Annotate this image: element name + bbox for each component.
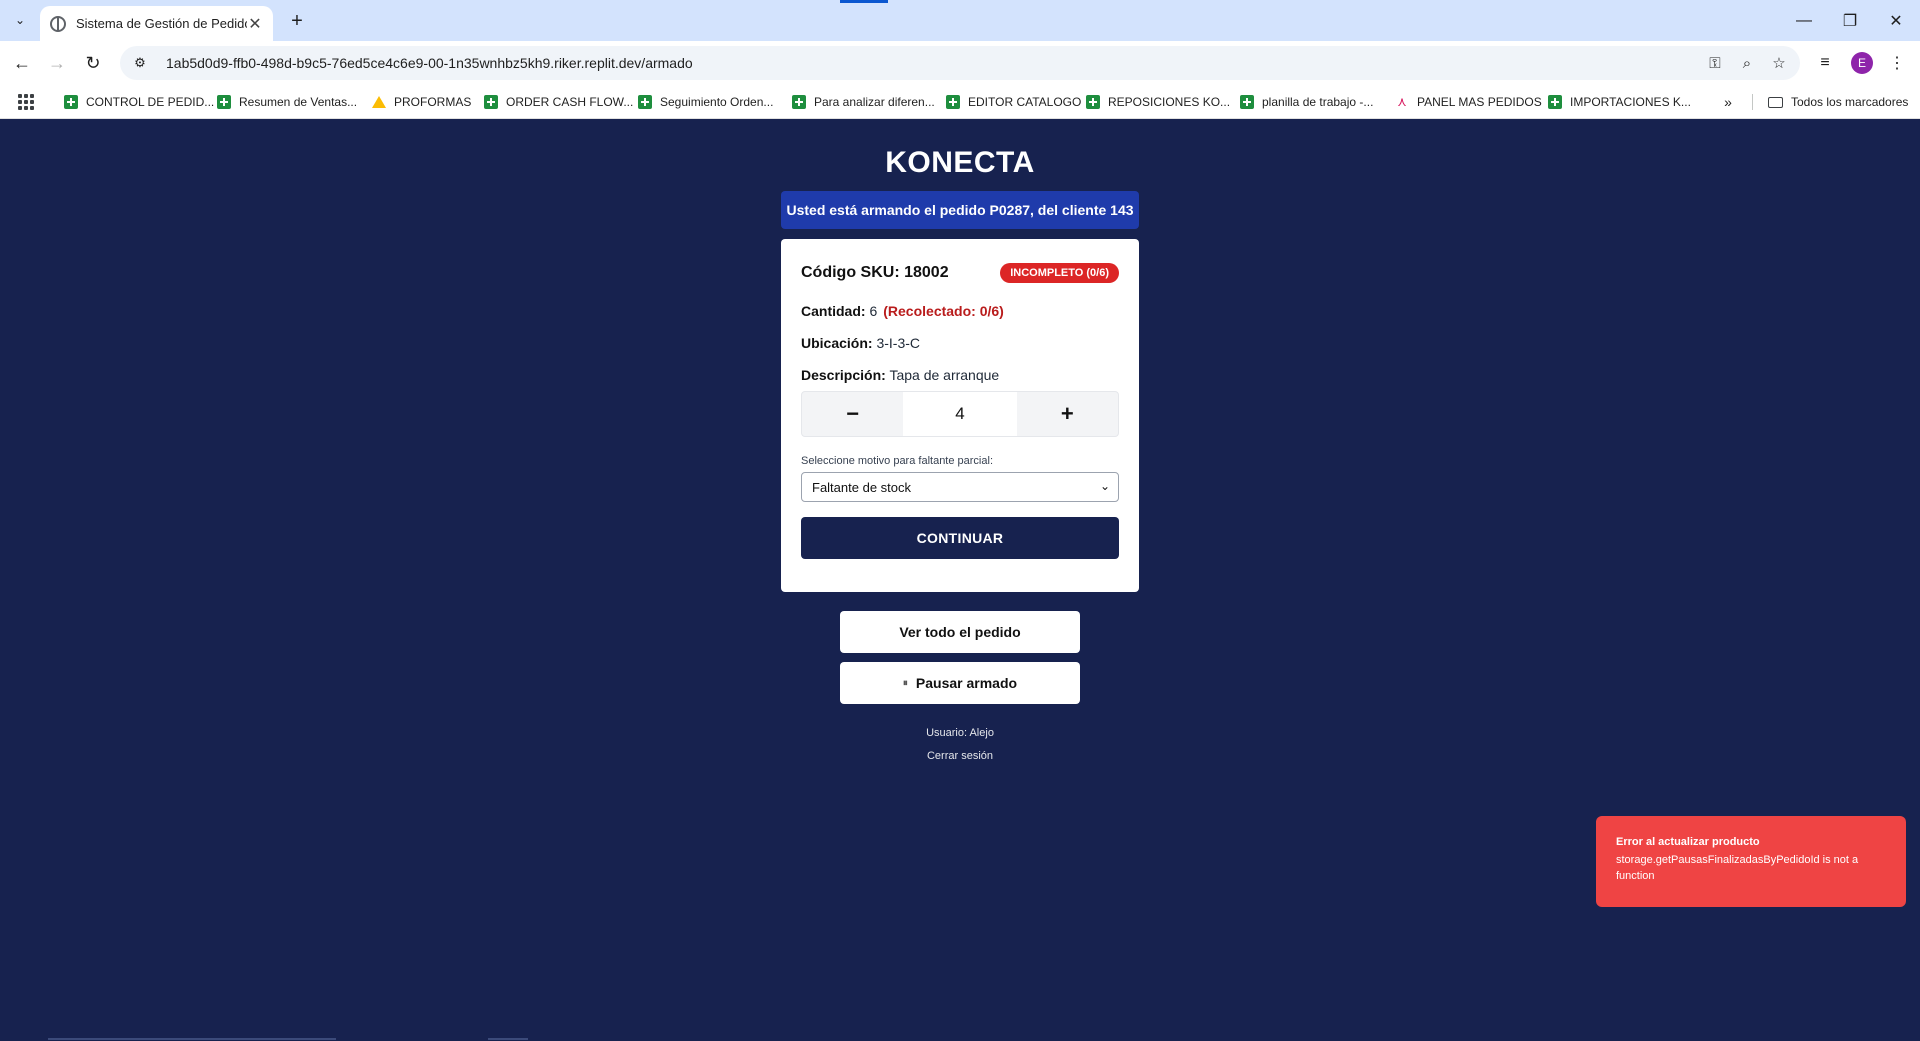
bookmarks-bar: CONTROL DE PEDID... Resumen de Ventas...… [0, 85, 1920, 119]
menu-kebab-icon[interactable]: ⋮ [1884, 50, 1910, 76]
close-window-button[interactable]: ✕ [1874, 0, 1918, 41]
sku-row: Código SKU: 18002 INCOMPLETO (0/6) [801, 261, 1119, 285]
view-full-order-button[interactable]: Ver todo el pedido [840, 611, 1080, 653]
bookmarks-divider [1752, 94, 1753, 110]
bookmark-item[interactable]: Resumen de Ventas... [217, 85, 357, 119]
tab-close-icon[interactable]: ✕ [247, 14, 263, 34]
quantity-value: 6 [869, 303, 878, 319]
minimize-button[interactable]: — [1782, 0, 1826, 41]
description-value: Tapa de arranque [889, 367, 1000, 383]
decrement-button[interactable]: − [802, 392, 903, 436]
sku-text: Código SKU: 18002 [801, 264, 949, 281]
bookmark-item[interactable]: Seguimiento Orden... [638, 85, 773, 119]
pause-icon: ⏸ [902, 677, 908, 689]
browser-tabstrip: ⌄ Sistema de Gestión de Pedidos ✕ + — ❐ … [0, 0, 1920, 41]
shortage-reason-value: Faltante de stock [812, 479, 911, 495]
reading-list-icon[interactable]: ≡ [1812, 50, 1838, 76]
sheets-icon [1240, 95, 1254, 109]
toast-message: storage.getPausasFinalizadasByPedidoId i… [1616, 854, 1859, 882]
tab-loading-indicator [840, 0, 888, 3]
apps-grid-icon[interactable] [18, 94, 34, 110]
sheets-icon [64, 95, 78, 109]
product-card: Código SKU: 18002 INCOMPLETO (0/6) Canti… [781, 239, 1139, 592]
reload-button[interactable]: ↻ [80, 50, 106, 76]
tab-title: Sistema de Gestión de Pedidos [76, 16, 247, 31]
sheets-icon [217, 95, 231, 109]
new-tab-button[interactable]: + [284, 8, 310, 34]
forward-button[interactable]: → [44, 50, 70, 76]
sheets-icon [638, 95, 652, 109]
shortage-reason-select[interactable]: Faltante de stock ⌄ [801, 472, 1119, 502]
bookmark-item[interactable]: Para analizar diferen... [792, 85, 935, 119]
tab-search-chevron-icon[interactable]: ⌄ [8, 8, 32, 32]
drive-icon [372, 96, 386, 108]
app-brand-title: KONECTA [885, 146, 1035, 179]
sheets-icon [1086, 95, 1100, 109]
address-bar[interactable]: ⚙ 1ab5d0d9-ffb0-498d-b9c5-76ed5ce4c6e9-0… [120, 46, 1800, 80]
browser-toolbar: ← → ↻ ⚙ 1ab5d0d9-ffb0-498d-b9c5-76ed5ce4… [0, 41, 1920, 85]
collected-count: (Recolectado: 0/6) [883, 303, 1004, 319]
chevron-down-icon: ⌄ [1099, 479, 1110, 493]
location-value: 3-I-3-C [876, 335, 921, 351]
error-toast[interactable]: Error al actualizar producto storage.get… [1596, 816, 1906, 907]
bookmark-item[interactable]: ORDER CASH FLOW... [484, 85, 633, 119]
bookmark-item[interactable]: planilla de trabajo -... [1240, 85, 1373, 119]
current-user: Usuario: Alejo [926, 727, 994, 739]
back-button[interactable]: ← [9, 50, 35, 76]
location-line: Ubicación: 3-I-3-C [801, 335, 921, 351]
bookmark-item[interactable]: REPOSICIONES KO... [1086, 85, 1230, 119]
browser-tab-active[interactable]: Sistema de Gestión de Pedidos ✕ [40, 6, 273, 41]
site-info-icon[interactable]: ⚙ [126, 49, 154, 77]
quantity-input[interactable]: 4 [903, 392, 1017, 436]
password-key-icon[interactable]: ⚿ [1700, 46, 1730, 80]
sheets-icon [792, 95, 806, 109]
panel-icon: ⋏ [1397, 94, 1407, 109]
restore-button[interactable]: ❐ [1828, 0, 1872, 41]
pause-assembly-button[interactable]: ⏸ Pausar armado [840, 662, 1080, 704]
status-badge: INCOMPLETO (0/6) [1000, 263, 1119, 283]
increment-button[interactable]: + [1017, 392, 1118, 436]
quantity-line: Cantidad: 6 (Recolectado: 0/6) [801, 303, 1004, 319]
globe-icon [50, 15, 66, 32]
bookmark-item[interactable]: EDITOR CATALOGO [946, 85, 1081, 119]
sku-value: 18002 [904, 264, 949, 281]
description-line: Descripción: Tapa de arranque [801, 367, 1000, 383]
all-bookmarks-folder[interactable]: Todos los marcadores [1768, 85, 1908, 119]
bookmark-item[interactable]: PROFORMAS [372, 85, 471, 119]
quantity-stepper: − 4 + [801, 391, 1119, 437]
bookmarks-overflow-icon[interactable]: » [1718, 85, 1738, 119]
logout-link[interactable]: Cerrar sesión [0, 750, 1920, 762]
order-number: P0287 [989, 202, 1031, 218]
zoom-icon[interactable]: ⌕ [1732, 46, 1762, 80]
url-text[interactable]: 1ab5d0d9-ffb0-498d-b9c5-76ed5ce4c6e9-00-… [166, 55, 693, 71]
shortage-reason-label: Seleccione motivo para faltante parcial: [801, 455, 993, 467]
sheets-icon [946, 95, 960, 109]
bookmark-item[interactable]: IMPORTACIONES K... [1548, 85, 1691, 119]
profile-avatar[interactable]: E [1851, 52, 1873, 74]
bookmark-star-icon[interactable]: ☆ [1764, 46, 1794, 80]
bookmark-item[interactable]: CONTROL DE PEDID... [64, 85, 214, 119]
sheets-icon [484, 95, 498, 109]
order-banner: Usted está armando el pedido P0287, del … [781, 191, 1139, 229]
toast-title: Error al actualizar producto [1616, 836, 1760, 848]
sheets-icon [1548, 95, 1562, 109]
folder-icon [1768, 96, 1783, 108]
continue-button[interactable]: CONTINUAR [801, 517, 1119, 559]
bookmark-item[interactable]: ⋏ PANEL MAS PEDIDOS [1395, 85, 1541, 119]
client-number: 143 [1110, 202, 1134, 218]
